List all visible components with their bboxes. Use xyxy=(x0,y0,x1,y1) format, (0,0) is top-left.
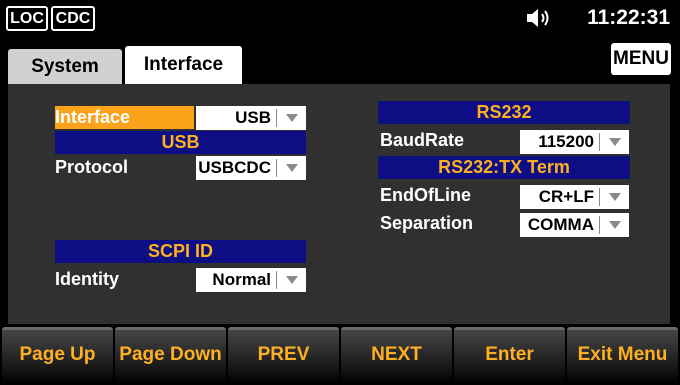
page-up-button[interactable]: Page Up xyxy=(2,327,113,383)
chevron-down-icon xyxy=(276,271,305,289)
separation-label: Separation xyxy=(380,213,474,233)
chevron-down-icon xyxy=(599,188,628,206)
instrument-screen: LOC CDC 11:22:31 System Interface MENU I… xyxy=(0,0,680,385)
baudrate-select[interactable]: 115200 xyxy=(520,130,629,154)
speaker-icon xyxy=(527,9,549,27)
protocol-label: Protocol xyxy=(55,157,129,177)
baudrate-select-value: 115200 xyxy=(538,132,594,151)
prev-button[interactable]: PREV xyxy=(228,327,339,383)
baudrate-label: BaudRate xyxy=(380,130,465,150)
scpi-id-header: SCPI ID xyxy=(55,240,306,263)
page-down-button[interactable]: Page Down xyxy=(115,327,226,383)
tab-interface[interactable]: Interface xyxy=(125,46,242,84)
endofline-select-value: CR+LF xyxy=(538,187,594,206)
endofline-label: EndOfLine xyxy=(380,185,471,205)
endofline-select[interactable]: CR+LF xyxy=(520,185,629,209)
separation-select-value: COMMA xyxy=(527,215,594,234)
status-bar: LOC CDC 11:22:31 xyxy=(0,0,680,34)
protocol-select[interactable]: USBCDC xyxy=(196,156,306,180)
enter-button[interactable]: Enter xyxy=(454,327,565,383)
clock: 11:22:31 xyxy=(587,6,670,29)
menu-button[interactable]: MENU xyxy=(611,43,671,75)
interface-select[interactable]: USB xyxy=(196,106,306,130)
identity-select[interactable]: Normal xyxy=(196,268,306,292)
chevron-down-icon xyxy=(276,109,305,127)
exit-menu-button[interactable]: Exit Menu xyxy=(567,327,678,383)
identity-label: Identity xyxy=(55,269,120,289)
softkey-bar: Page Up Page Down PREV NEXT Enter Exit M… xyxy=(0,327,680,385)
protocol-select-value: USBCDC xyxy=(198,158,271,177)
tab-system[interactable]: System xyxy=(8,49,122,84)
usb-header: USB xyxy=(55,131,306,154)
next-button[interactable]: NEXT xyxy=(341,327,452,383)
chevron-down-icon xyxy=(599,133,628,151)
chevron-down-icon xyxy=(276,159,305,177)
tx-term-header: RS232:TX Term xyxy=(378,156,630,179)
separation-select[interactable]: COMMA xyxy=(520,213,629,237)
interface-label[interactable]: Interface xyxy=(55,106,194,129)
interface-select-value: USB xyxy=(235,108,271,127)
loc-indicator: LOC xyxy=(6,6,48,31)
interface-panel: Interface USB USB Protocol USBCDC SCPI I… xyxy=(8,84,670,324)
rs232-header: RS232 xyxy=(378,101,630,124)
chevron-down-icon xyxy=(599,216,628,234)
identity-select-value: Normal xyxy=(212,270,271,289)
cdc-indicator: CDC xyxy=(51,6,95,31)
